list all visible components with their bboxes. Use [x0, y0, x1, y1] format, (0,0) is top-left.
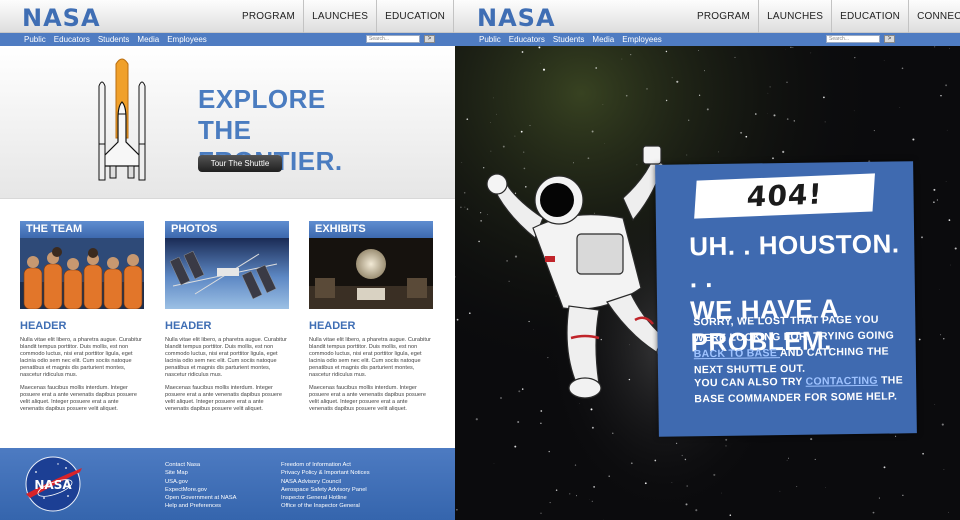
exhibit-photo[interactable] — [309, 238, 433, 309]
space-background: 404! UH. . HOUSTON. . . WE HAVE A PROBLE… — [455, 46, 960, 520]
astronaut-icon — [486, 145, 682, 399]
card-the-team: THE TEAM HEADER Nulla vitae elit libero,… — [20, 221, 144, 413]
card-label[interactable]: PHOTOS — [165, 221, 289, 238]
subnav-educators[interactable]: Educators — [54, 33, 90, 46]
error-code: 404! — [694, 173, 875, 219]
sub-nav: Public Educators Students Media Employee… — [479, 33, 662, 46]
footer-link[interactable]: ExpectMore.gov — [165, 486, 237, 494]
card-header: HEADER — [20, 320, 67, 332]
footer-link[interactable]: Privacy Policy & Important Notices — [281, 469, 370, 477]
nav-connect[interactable]: CONNECT — [908, 0, 960, 33]
error-404-mockup: NASA PROGRAM LAUNCHES EDUCATION CONNECT … — [455, 0, 960, 520]
sub-nav: Public Educators Students Media Employee… — [24, 33, 207, 46]
footer-link[interactable]: Contact Nasa — [165, 461, 237, 469]
hero-banner: EXPLORE THE FRONTIER. Tour The Shuttle — [0, 46, 455, 199]
card-text: Nulla vitae elit libero, a pharetra augu… — [20, 337, 142, 378]
main-nav: PROGRAM LAUNCHES EDUCATION CONNECT — [234, 0, 455, 33]
footer-link[interactable]: Inspector General Hotline — [281, 494, 370, 502]
nasa-meatball-logo[interactable]: NASA — [22, 454, 84, 514]
card-text: Nulla vitae elit libero, a pharetra augu… — [165, 337, 287, 378]
search-input[interactable]: Search... — [826, 35, 880, 43]
subnav-students[interactable]: Students — [98, 33, 130, 46]
main-nav: PROGRAM LAUNCHES EDUCATION CONNECT — [689, 0, 960, 33]
subnav-public[interactable]: Public — [479, 33, 501, 46]
back-to-base-link[interactable]: BACK TO BASE — [694, 347, 780, 360]
subnav-employees[interactable]: Employees — [167, 33, 207, 46]
nasa-logo[interactable]: NASA — [22, 4, 101, 32]
subnav-employees[interactable]: Employees — [622, 33, 662, 46]
subnav-public[interactable]: Public — [24, 33, 46, 46]
meatball-text: NASA — [34, 478, 72, 492]
card-header: HEADER — [309, 320, 356, 332]
error-headline-line: UH. . HOUSTON. . . — [689, 228, 900, 294]
search-input[interactable]: Search... — [366, 35, 420, 43]
footer-link[interactable]: Freedom of Information Act — [281, 461, 370, 469]
sub-nav-bar: Public Educators Students Media Employee… — [0, 33, 455, 46]
card-label[interactable]: THE TEAM — [20, 221, 144, 238]
footer: NASA Contact Nasa Site Map USA.gov Expec… — [0, 448, 455, 520]
footer-links-2: Freedom of Information Act Privacy Polic… — [281, 461, 370, 511]
subnav-educators[interactable]: Educators — [509, 33, 545, 46]
nav-launches[interactable]: LAUNCHES — [758, 0, 831, 33]
error-message-1: SORRY, WE LOST THAT PAGE YOU WERE LOOKIN… — [693, 311, 914, 378]
station-photo[interactable] — [165, 238, 289, 309]
card-text: Maecenas faucibus mollis interdum. Integ… — [165, 385, 282, 412]
contacting-link[interactable]: CONTACTING — [806, 375, 878, 388]
nav-program[interactable]: PROGRAM — [689, 0, 758, 33]
message-text: SORRY, WE LOST THAT PAGE YOU WERE LOOKIN… — [693, 313, 895, 345]
nasa-logo[interactable]: NASA — [477, 4, 556, 32]
header-bar: NASA PROGRAM LAUNCHES EDUCATION CONNECT — [455, 0, 960, 33]
card-text: Nulla vitae elit libero, a pharetra augu… — [309, 337, 431, 378]
team-photo[interactable] — [20, 238, 144, 309]
space-shuttle-icon — [98, 58, 146, 181]
error-panel: 404! UH. . HOUSTON. . . WE HAVE A PROBLE… — [655, 161, 917, 437]
subnav-media[interactable]: Media — [592, 33, 614, 46]
footer-link[interactable]: Office of the Inspector General — [281, 502, 370, 510]
footer-links-1: Contact Nasa Site Map USA.gov ExpectMore… — [165, 461, 237, 511]
nav-education[interactable]: EDUCATION — [376, 0, 453, 33]
footer-link[interactable]: Aerospace Safety Advisory Panel — [281, 486, 370, 494]
message-text: YOU CAN ALSO TRY — [694, 375, 806, 390]
footer-link[interactable]: Help and Preferences — [165, 502, 237, 510]
nav-education[interactable]: EDUCATION — [831, 0, 908, 33]
card-exhibits: EXHIBITS HEADER Nulla vitae elit libero,… — [309, 221, 433, 413]
nav-program[interactable]: PROGRAM — [234, 0, 303, 33]
nav-launches[interactable]: LAUNCHES — [303, 0, 376, 33]
card-header: HEADER — [165, 320, 212, 332]
footer-link[interactable]: NASA Advisory Council — [281, 478, 370, 486]
tour-shuttle-button[interactable]: Tour The Shuttle — [198, 155, 282, 172]
header-bar: NASA PROGRAM LAUNCHES EDUCATION CONNECT — [0, 0, 455, 33]
sub-nav-bar: Public Educators Students Media Employee… — [455, 33, 960, 46]
homepage-mockup: NASA PROGRAM LAUNCHES EDUCATION CONNECT … — [0, 0, 455, 520]
footer-link[interactable]: USA.gov — [165, 478, 237, 486]
footer-link[interactable]: Site Map — [165, 469, 237, 477]
search-go-button[interactable]: > — [884, 35, 895, 43]
subnav-media[interactable]: Media — [137, 33, 159, 46]
search-go-button[interactable]: > — [424, 35, 435, 43]
subnav-students[interactable]: Students — [553, 33, 585, 46]
card-photos: PHOTOS HEADER Nulla vitae elit libero, a… — [165, 221, 289, 413]
card-label[interactable]: EXHIBITS — [309, 221, 433, 238]
card-text: Maecenas faucibus mollis interdum. Integ… — [309, 385, 426, 412]
card-text: Maecenas faucibus mollis interdum. Integ… — [20, 385, 137, 412]
footer-link[interactable]: Open Government at NASA — [165, 494, 237, 502]
error-message-2: YOU CAN ALSO TRY CONTACTING THE BASE COM… — [694, 372, 914, 407]
